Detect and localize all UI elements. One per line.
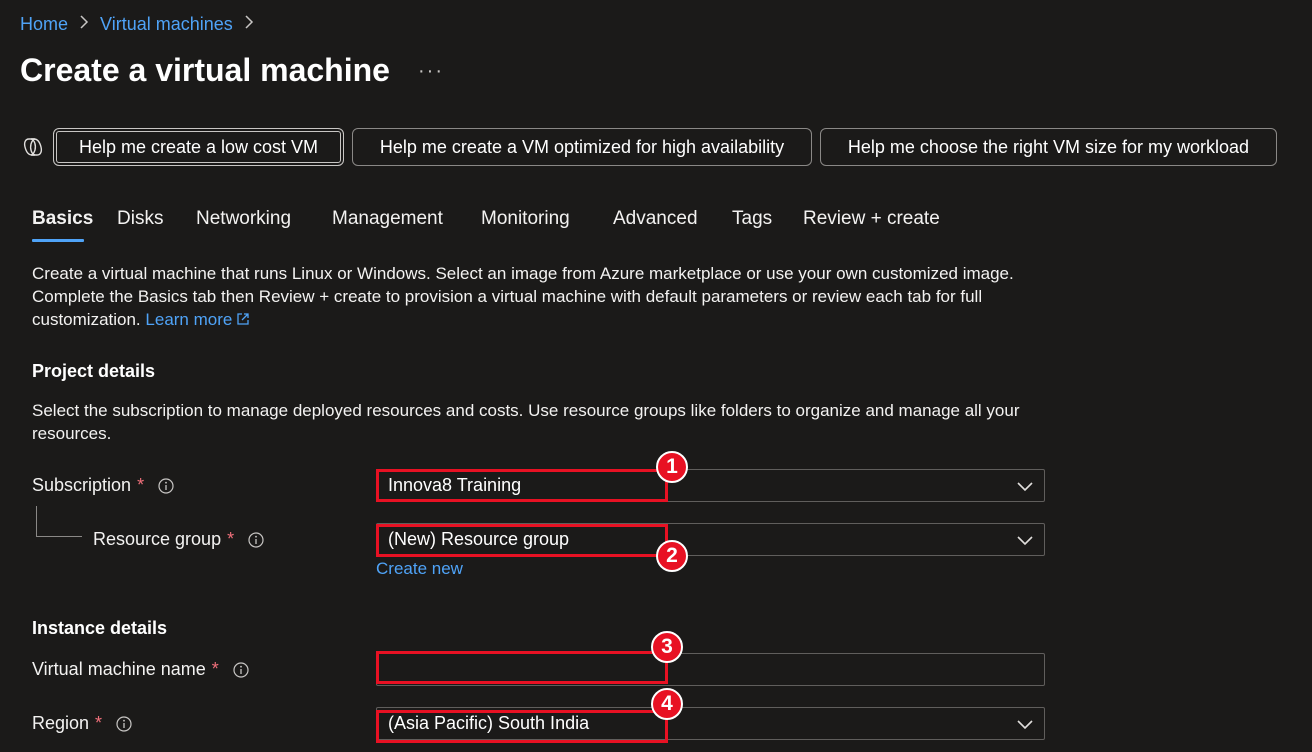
tab-advanced[interactable]: Advanced	[613, 208, 698, 230]
breadcrumb-home-link[interactable]: Home	[20, 14, 68, 35]
active-tab-indicator	[32, 239, 84, 242]
tab-review-create[interactable]: Review + create	[803, 208, 940, 230]
resource-group-label: Resource group *	[93, 529, 264, 550]
create-vm-page: Home Virtual machines Create a virtual m…	[0, 0, 1312, 752]
annotation-badge-4: 4	[651, 688, 683, 720]
page-title: Create a virtual machine	[20, 52, 390, 88]
resource-group-label-text: Resource group	[93, 529, 222, 549]
tree-connector	[36, 506, 82, 537]
prompt-low-cost-vm-button[interactable]: Help me create a low cost VM	[53, 128, 344, 166]
tab-basics[interactable]: Basics	[32, 208, 93, 230]
annotation-highlight-box	[376, 651, 668, 684]
project-details-description: Select the subscription to manage deploy…	[32, 401, 1020, 443]
vm-name-label: Virtual machine name *	[32, 659, 249, 680]
info-icon[interactable]	[116, 715, 132, 732]
tab-tags[interactable]: Tags	[732, 208, 772, 230]
create-new-resource-group-link[interactable]: Create new	[376, 559, 463, 579]
learn-more-link[interactable]: Learn more	[145, 310, 232, 329]
annotation-badge-1: 1	[656, 451, 688, 483]
tab-monitoring[interactable]: Monitoring	[481, 208, 570, 230]
required-indicator: *	[227, 529, 235, 549]
tab-networking[interactable]: Networking	[196, 208, 291, 230]
annotation-highlight-box	[376, 710, 668, 743]
intro-paragraph: Create a virtual machine that runs Linux…	[32, 262, 1042, 331]
chevron-right-icon	[79, 15, 89, 34]
breadcrumb-virtual-machines-link[interactable]: Virtual machines	[100, 14, 233, 35]
required-indicator: *	[95, 713, 103, 733]
vm-name-label-text: Virtual machine name	[32, 659, 206, 679]
region-label: Region *	[32, 713, 132, 734]
subscription-label: Subscription *	[32, 475, 174, 496]
more-options-button[interactable]: ···	[418, 60, 444, 83]
project-details-heading: Project details	[32, 361, 156, 381]
external-link-icon	[237, 313, 249, 325]
tab-disks[interactable]: Disks	[117, 208, 163, 230]
instance-details-heading: Instance details	[32, 618, 168, 638]
info-icon[interactable]	[158, 477, 174, 494]
required-indicator: *	[211, 659, 219, 679]
subscription-label-text: Subscription	[32, 475, 132, 495]
breadcrumb: Home Virtual machines	[20, 14, 265, 35]
info-icon[interactable]	[248, 531, 264, 548]
annotation-highlight-box	[376, 524, 668, 557]
region-label-text: Region	[32, 713, 90, 733]
prompt-vm-size-button[interactable]: Help me choose the right VM size for my …	[820, 128, 1277, 166]
chevron-down-icon	[1017, 720, 1033, 730]
info-icon[interactable]	[233, 661, 249, 678]
copilot-icon	[23, 138, 43, 156]
chevron-down-icon	[1017, 536, 1033, 546]
chevron-right-icon	[244, 15, 254, 34]
chevron-down-icon	[1017, 482, 1033, 492]
annotation-badge-2: 2	[656, 540, 688, 572]
annotation-badge-3: 3	[651, 631, 683, 663]
tab-management[interactable]: Management	[332, 208, 443, 230]
prompt-high-availability-button[interactable]: Help me create a VM optimized for high a…	[352, 128, 812, 166]
required-indicator: *	[137, 475, 145, 495]
annotation-highlight-box	[376, 469, 668, 502]
